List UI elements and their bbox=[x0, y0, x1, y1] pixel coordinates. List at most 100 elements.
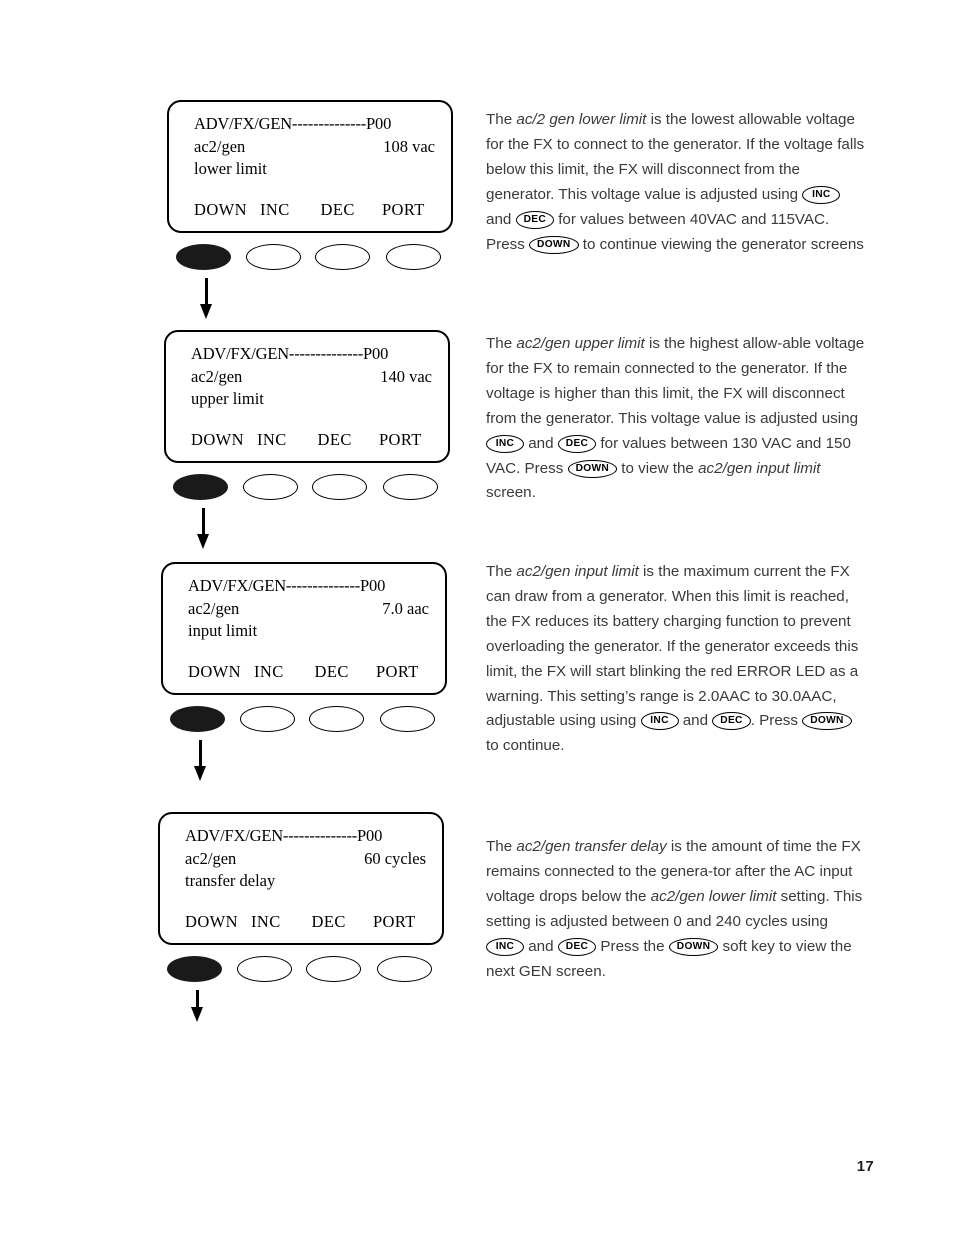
lcd-header-line-3: ADV/FX/GEN--------------P00 bbox=[188, 575, 429, 598]
text-segment: screen. bbox=[486, 484, 536, 502]
softkey-label-inc: INC bbox=[254, 662, 284, 681]
lcd-header-line-2: ADV/FX/GEN--------------P00 bbox=[191, 343, 432, 366]
flow-arrow-down-icon bbox=[194, 740, 206, 782]
softkey-button-port[interactable] bbox=[377, 956, 432, 982]
setting-term: ac2/gen lower limit bbox=[650, 887, 777, 905]
lcd-screen-1: ADV/FX/GEN--------------P00 ac2/gen 108 v… bbox=[167, 100, 453, 233]
lcd-setting-value: 108 vac bbox=[383, 136, 435, 156]
softkey-button-dec[interactable] bbox=[315, 244, 370, 270]
lcd-menu-path: ADV/FX/GEN bbox=[191, 344, 289, 363]
softkey-label-down: DOWN bbox=[185, 912, 238, 931]
lcd-setting-name-cont: transfer delay bbox=[185, 871, 276, 890]
fx-mate-display-unit-1: ADV/FX/GEN--------------P00 ac2/gen 108 v… bbox=[167, 100, 453, 319]
text-segment: and bbox=[524, 937, 558, 955]
text-segment: and bbox=[486, 210, 516, 228]
lcd-port-code: P00 bbox=[363, 344, 389, 363]
text-segment: is the maximum current the FX can draw f… bbox=[486, 563, 859, 730]
text-segment: and bbox=[678, 712, 713, 730]
softkey-label-inc: INC bbox=[251, 912, 281, 931]
softkey-button-dec[interactable] bbox=[309, 706, 364, 732]
softkey-button-dec[interactable] bbox=[312, 474, 367, 500]
setting-term: ac2/gen input limit bbox=[516, 563, 639, 580]
softkey-label-dec: DEC bbox=[320, 200, 355, 219]
softkey-button-port[interactable] bbox=[386, 244, 441, 270]
description-paragraph-2: The ac2/gen upper limit is the highest a… bbox=[486, 332, 868, 506]
lcd-screen-3: ADV/FX/GEN--------------P00 ac2/gen 7.0 a… bbox=[161, 562, 447, 695]
lcd-setting-value: 60 cycles bbox=[364, 848, 426, 868]
softkey-button-row-3 bbox=[161, 706, 447, 781]
softkey-button-inc[interactable] bbox=[243, 474, 298, 500]
text-segment: and bbox=[524, 434, 558, 452]
inline-key-down-icon: DOWN bbox=[529, 235, 579, 254]
text-segment: to continue viewing the generator screen… bbox=[578, 235, 864, 253]
lcd-dash-filler: -------------- bbox=[282, 826, 358, 845]
softkey-button-inc[interactable] bbox=[246, 244, 301, 270]
text-segment: The bbox=[486, 563, 517, 580]
lcd-screen-4: ADV/FX/GEN--------------P00 ac2/gen 60 cy… bbox=[158, 812, 444, 945]
softkey-button-row-1 bbox=[167, 244, 453, 319]
text-segment: The bbox=[486, 838, 517, 855]
softkey-label-port: PORT bbox=[378, 430, 422, 449]
inline-key-down-icon: DOWN bbox=[567, 459, 618, 478]
softkey-button-port[interactable] bbox=[380, 706, 435, 732]
lcd-setting-name-cont: lower limit bbox=[194, 159, 267, 178]
softkey-label-port: PORT bbox=[381, 200, 425, 219]
softkey-label-down: DOWN bbox=[191, 430, 244, 449]
page-number: 17 bbox=[856, 1158, 874, 1175]
lcd-screen-2: ADV/FX/GEN--------------P00 ac2/gen 140 v… bbox=[164, 330, 450, 463]
softkey-label-inc: INC bbox=[257, 430, 287, 449]
lcd-setting-line-2: upper limit bbox=[191, 388, 432, 411]
inline-key-inc-icon: INC bbox=[486, 434, 524, 453]
lcd-softkey-labels-3: DOWN INC DEC PORT bbox=[188, 662, 431, 682]
lcd-setting-value: 140 vac bbox=[380, 366, 432, 386]
lcd-softkey-labels-4: DOWN INC DEC PORT bbox=[185, 912, 428, 932]
softkey-button-down[interactable] bbox=[176, 244, 231, 270]
inline-key-dec-icon: DEC bbox=[515, 210, 554, 229]
lcd-menu-path: ADV/FX/GEN bbox=[188, 576, 286, 595]
lcd-setting-name: ac2/gen bbox=[191, 366, 243, 386]
fx-mate-display-unit-2: ADV/FX/GEN--------------P00 ac2/gen 140 v… bbox=[164, 330, 450, 549]
lcd-softkey-labels-1: DOWN INC DEC PORT bbox=[194, 200, 437, 220]
lcd-setting-line-1: ac2/gen 108 vac bbox=[194, 136, 435, 159]
inline-key-inc-icon: INC bbox=[640, 712, 679, 731]
lcd-softkey-labels-2: DOWN INC DEC PORT bbox=[191, 430, 434, 450]
text-segment: The bbox=[486, 111, 517, 128]
lcd-dash-filler: -------------- bbox=[288, 344, 364, 363]
lcd-setting-name-cont: upper limit bbox=[191, 389, 264, 408]
softkey-button-inc[interactable] bbox=[240, 706, 295, 732]
inline-key-inc-icon: INC bbox=[802, 185, 841, 204]
flow-arrow-down-icon bbox=[197, 508, 209, 550]
softkey-button-down[interactable] bbox=[173, 474, 228, 500]
softkey-button-inc[interactable] bbox=[237, 956, 292, 982]
inline-key-down-icon: DOWN bbox=[668, 937, 719, 956]
document-page: ADV/FX/GEN--------------P00 ac2/gen 108 v… bbox=[0, 0, 954, 1235]
flow-arrow-down-icon bbox=[191, 990, 203, 1032]
lcd-menu-path: ADV/FX/GEN bbox=[185, 826, 283, 845]
softkey-button-port[interactable] bbox=[383, 474, 438, 500]
lcd-menu-path: ADV/FX/GEN bbox=[194, 114, 292, 133]
text-segment: to view the bbox=[617, 459, 699, 477]
softkey-label-port: PORT bbox=[372, 912, 416, 931]
lcd-dash-filler: -------------- bbox=[291, 114, 367, 133]
setting-term: ac2/gen input limit bbox=[698, 459, 821, 477]
softkey-button-dec[interactable] bbox=[306, 956, 361, 982]
lcd-port-code: P00 bbox=[366, 114, 392, 133]
inline-key-dec-icon: DEC bbox=[712, 712, 751, 731]
lcd-setting-line-1: ac2/gen 140 vac bbox=[191, 366, 432, 389]
softkey-button-down[interactable] bbox=[170, 706, 225, 732]
lcd-port-code: P00 bbox=[357, 826, 383, 845]
description-paragraph-3: The ac2/gen input limit is the maximum c… bbox=[486, 560, 868, 759]
softkey-button-down[interactable] bbox=[167, 956, 222, 982]
softkey-label-dec: DEC bbox=[314, 662, 349, 681]
lcd-dash-filler: -------------- bbox=[285, 576, 361, 595]
inline-key-dec-icon: DEC bbox=[557, 434, 597, 453]
softkey-label-down: DOWN bbox=[188, 662, 241, 681]
text-segment: . Press bbox=[750, 712, 803, 730]
lcd-port-code: P00 bbox=[360, 576, 386, 595]
text-segment: to continue. bbox=[486, 737, 565, 755]
lcd-setting-name: ac2/gen bbox=[194, 136, 246, 156]
softkey-button-row-4 bbox=[158, 956, 444, 1022]
setting-term: ac2/gen upper limit bbox=[516, 335, 645, 352]
softkey-label-port: PORT bbox=[375, 662, 419, 681]
lcd-setting-name: ac2/gen bbox=[185, 848, 237, 868]
